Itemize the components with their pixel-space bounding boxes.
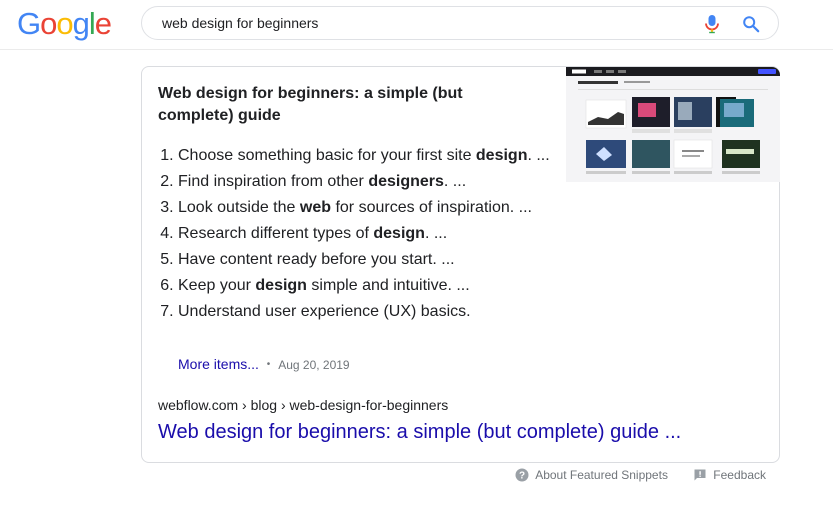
step-text: Look outside the <box>178 199 300 216</box>
step-text: Find inspiration from other <box>178 173 369 190</box>
step-text: . ... <box>527 147 550 164</box>
list-item: Keep your design simple and intuitive. .… <box>178 273 578 299</box>
result-title-link[interactable]: Web design for beginners: a simple (but … <box>158 419 681 445</box>
step-text: Choose something basic for your first si… <box>178 147 476 164</box>
step-text: simple and intuitive. ... <box>306 277 470 294</box>
step-keyword: designers <box>368 173 444 190</box>
step-keyword: web <box>299 199 331 216</box>
search-box <box>141 6 779 40</box>
logo-letter-g2: g <box>72 6 90 41</box>
result-breadcrumb-url[interactable]: webflow.com › blog › web-design-for-begi… <box>158 395 448 415</box>
snippet-thumbnail[interactable] <box>566 67 780 182</box>
feedback-link[interactable]: Feedback <box>693 466 766 484</box>
about-label: About Featured Snippets <box>535 468 668 482</box>
step-text: for sources of inspiration. ... <box>331 199 532 216</box>
search-header: Google <box>0 0 833 50</box>
feedback-icon <box>694 469 706 481</box>
step-text: Research different types of <box>178 225 374 242</box>
step-text: Understand user experience (UX) basics. <box>178 303 471 320</box>
more-items-row: More items... • Aug 20, 2019 <box>178 354 350 375</box>
list-item: Research different types of design. ... <box>178 221 578 247</box>
magnifier-icon[interactable] <box>742 15 760 33</box>
step-text: Have content ready before you start. ... <box>178 251 455 268</box>
logo-letter-o1: o <box>40 6 57 41</box>
snippet-steps-list: Choose something basic for your first si… <box>158 143 578 325</box>
logo-letter-o2: o <box>56 6 73 41</box>
snippet-footer: ? About Featured Snippets Feedback <box>493 466 766 484</box>
webflow-screenshot-image <box>566 67 780 182</box>
list-item: Look outside the web for sources of insp… <box>178 195 578 221</box>
step-keyword: design <box>475 147 528 164</box>
snippet-date: Aug 20, 2019 <box>278 358 350 372</box>
more-items-link[interactable]: More items... <box>178 356 259 372</box>
microphone-icon[interactable] <box>703 14 721 34</box>
logo-letter-e: e <box>94 6 112 41</box>
step-text: . ... <box>443 173 467 190</box>
separator-dot: • <box>266 359 271 370</box>
snippet-title: Web design for beginners: a simple (but … <box>158 85 463 124</box>
search-input[interactable] <box>162 7 682 39</box>
feedback-label: Feedback <box>713 468 766 482</box>
help-circle-icon: ? <box>515 468 529 482</box>
google-logo[interactable]: Google <box>17 5 112 43</box>
step-keyword: design <box>255 277 307 294</box>
step-keyword: design <box>373 225 425 242</box>
featured-snippet-card: Web design for beginners: a simple (but … <box>141 66 780 463</box>
svg-text:?: ? <box>519 471 525 482</box>
step-text: Keep your <box>178 277 256 294</box>
logo-letter-g: G <box>17 6 41 41</box>
list-item: Have content ready before you start. ... <box>178 247 578 273</box>
list-item: Understand user experience (UX) basics. <box>178 299 578 325</box>
list-item: Choose something basic for your first si… <box>178 143 578 169</box>
step-text: . ... <box>424 225 448 242</box>
about-featured-snippets-link[interactable]: ? About Featured Snippets <box>515 466 668 484</box>
list-item: Find inspiration from other designers. .… <box>178 169 578 195</box>
